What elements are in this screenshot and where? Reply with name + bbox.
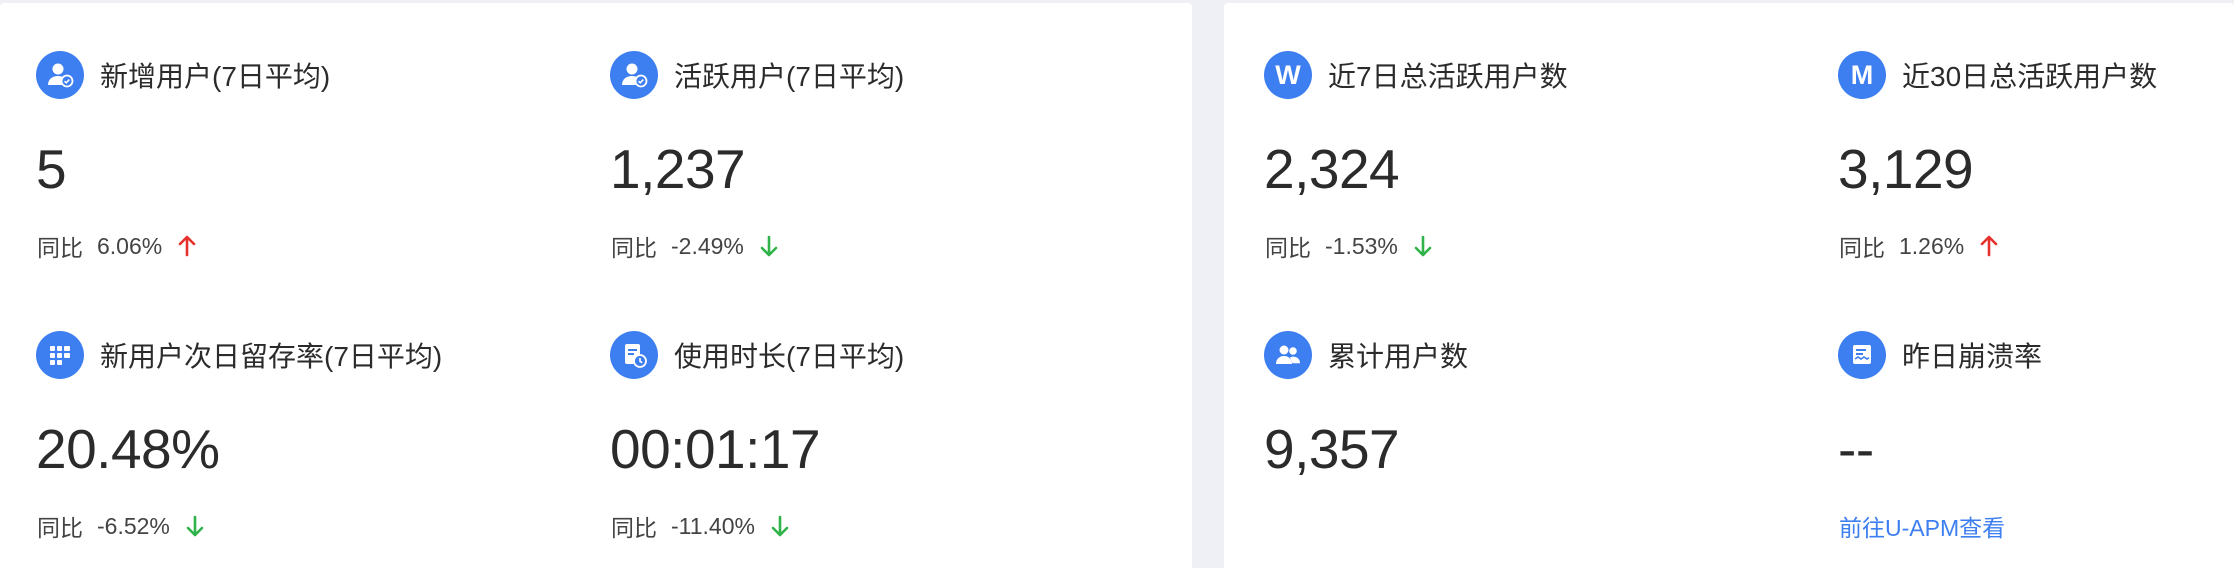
arrow-down-icon [769, 514, 791, 538]
overview-panel-right: W 近7日总活跃用户数 2,324 同比 -1.53% M 近30日总活跃用户数… [1224, 3, 2234, 568]
stat-card-value: 2,324 [1264, 138, 1400, 200]
stat-card-title: 近30日总活跃用户数 [1902, 61, 2158, 92]
stat-card-header: M 近30日总活跃用户数 [1838, 51, 2157, 99]
stat-card-value: 5 [36, 138, 67, 200]
letter-w-icon: W [1264, 51, 1312, 99]
stat-card-new-users: 新增用户(7日平均) 5 同比 6.06% [36, 3, 556, 273]
stat-card-header: W 近7日总活跃用户数 [1264, 51, 1568, 99]
letter-m-icon: M [1838, 51, 1886, 99]
stat-card-title: 近7日总活跃用户数 [1328, 61, 1568, 92]
compare-value: 1.26% [1899, 232, 1965, 259]
stat-card-header: 新用户次日留存率(7日平均) [36, 331, 442, 379]
stat-card-7day-active-total: W 近7日总活跃用户数 2,324 同比 -1.53% [1264, 3, 1784, 273]
stat-card-next-day-retention: 新用户次日留存率(7日平均) 20.48% 同比 -6.52% [36, 283, 556, 553]
stat-card-active-users: 活跃用户(7日平均) 1,237 同比 -2.49% [610, 3, 1130, 273]
compare-value: -6.52% [97, 512, 170, 539]
stat-card-title: 新增用户(7日平均) [100, 61, 331, 92]
arrow-down-icon [758, 234, 780, 258]
stat-card-value: 20.48% [36, 418, 220, 480]
stat-card-value: 00:01:17 [610, 418, 821, 480]
stat-card-comparison: 同比 6.06% [37, 229, 198, 263]
crash-report-icon [1838, 331, 1886, 379]
stat-card-header: 使用时长(7日平均) [610, 331, 904, 379]
compare-label: 同比 [1265, 235, 1311, 261]
stat-card-usage-duration: 使用时长(7日平均) 00:01:17 同比 -11.40% [610, 283, 1130, 553]
arrow-down-icon [184, 514, 206, 538]
arrow-up-icon [176, 234, 198, 258]
users-group-icon [1264, 331, 1312, 379]
stat-card-header: 累计用户数 [1264, 331, 1468, 379]
stat-card-comparison: 同比 -6.52% [37, 509, 206, 543]
stat-card-comparison: 同比 1.26% [1839, 229, 2000, 263]
stat-card-title: 累计用户数 [1328, 341, 1469, 372]
stat-card-title: 新用户次日留存率(7日平均) [100, 341, 443, 372]
compare-value: -1.53% [1325, 232, 1398, 259]
compare-label: 同比 [37, 515, 83, 541]
compare-label: 同比 [37, 235, 83, 261]
new-user-icon [36, 51, 84, 99]
stat-card-cumulative-users: 累计用户数 9,357 [1264, 283, 1784, 553]
stat-card-value: -- [1838, 418, 1874, 480]
compare-label: 同比 [611, 235, 657, 261]
stat-card-header: 活跃用户(7日平均) [610, 51, 904, 99]
duration-doc-icon [610, 331, 658, 379]
stat-card-title: 使用时长(7日平均) [674, 341, 905, 372]
compare-label: 同比 [1839, 235, 1885, 261]
arrow-up-icon [1978, 234, 2000, 258]
go-to-u-apm-link[interactable]: 前往U-APM查看 [1839, 509, 2005, 543]
stat-card-30day-active-total: M 近30日总活跃用户数 3,129 同比 1.26% [1838, 3, 2234, 273]
stat-card-header: 昨日崩溃率 [1838, 331, 2042, 379]
stat-card-comparison: 同比 -2.49% [611, 229, 780, 263]
retention-grid-icon [36, 331, 84, 379]
stat-card-comparison: 同比 -11.40% [611, 509, 791, 543]
overview-panel-left: 新增用户(7日平均) 5 同比 6.06% 活跃用户(7日平均) 1,237 同… [0, 3, 1192, 568]
arrow-down-icon [1412, 234, 1434, 258]
compare-value: 6.06% [97, 232, 163, 259]
stat-card-title: 昨日崩溃率 [1902, 341, 2043, 372]
stat-card-value: 9,357 [1264, 418, 1400, 480]
compare-value: -11.40% [671, 512, 755, 539]
stat-card-title: 活跃用户(7日平均) [674, 61, 905, 92]
stat-card-header: 新增用户(7日平均) [36, 51, 330, 99]
active-user-icon [610, 51, 658, 99]
stat-card-comparison: 同比 -1.53% [1265, 229, 1434, 263]
stat-card-value: 1,237 [610, 138, 746, 200]
compare-value: -2.49% [671, 232, 744, 259]
compare-label: 同比 [611, 515, 657, 541]
stat-card-value: 3,129 [1838, 138, 1974, 200]
